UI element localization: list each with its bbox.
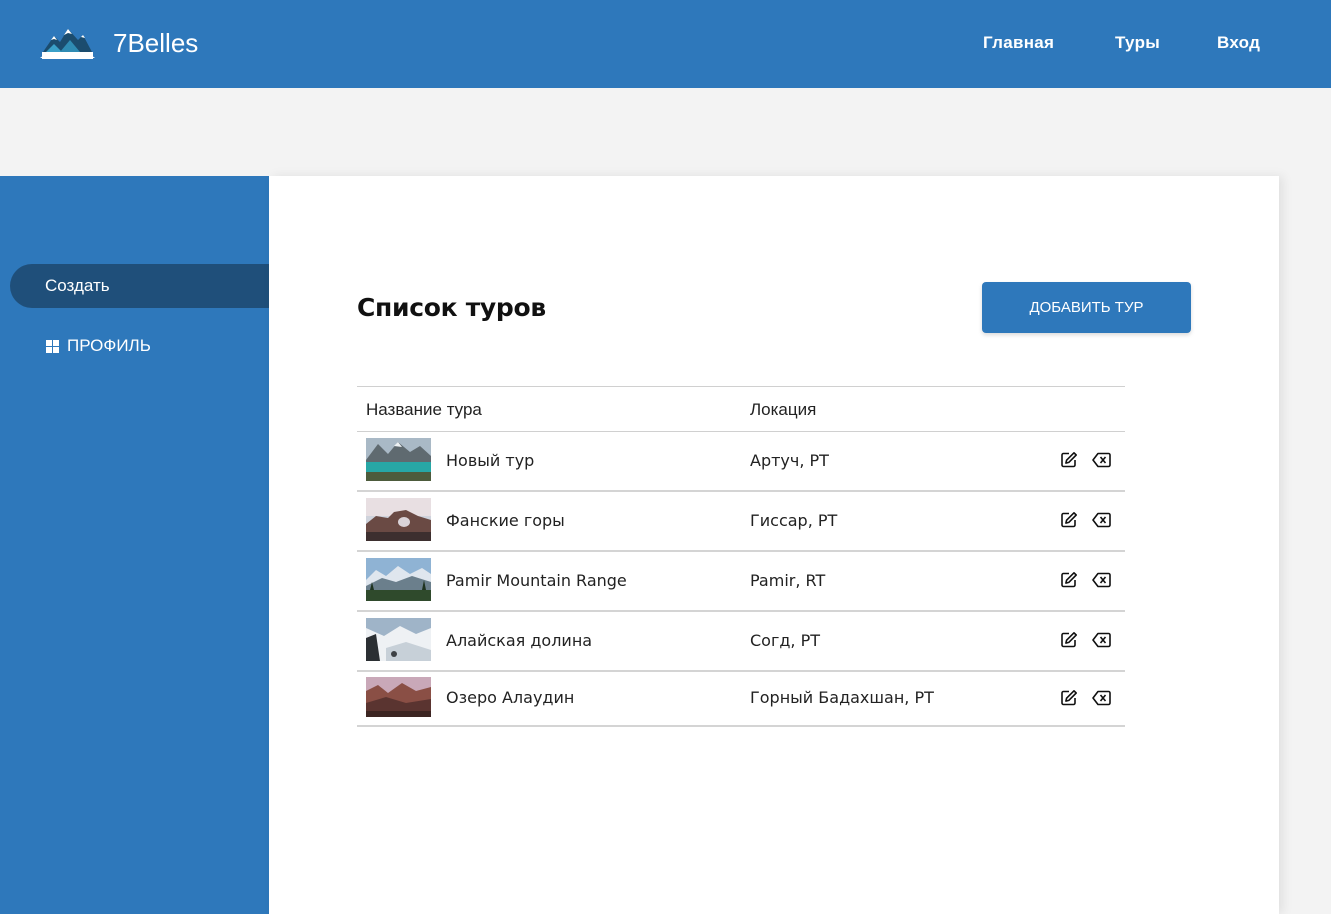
column-header-location: Локация [750,400,817,419]
sidebar: Создать ПРОФИЛЬ [0,176,269,914]
page-title: Список туров [357,293,546,322]
tour-name: Новый тур [446,451,535,470]
delete-icon[interactable] [1092,632,1111,648]
tour-name: Фанские горы [446,511,565,530]
tours-table: Название тура Локация Новый тур Артуч, Р… [357,386,1125,727]
tour-location: Согд, РТ [750,631,821,650]
tour-thumbnail [366,438,431,481]
table-row: Pamir Mountain Range Pamir, RT [357,552,1125,612]
tour-name: Pamir Mountain Range [446,571,627,590]
add-tour-button[interactable]: ДОБАВИТЬ ТУР [982,282,1191,333]
main-nav: Главная Туры Вход [0,33,1331,57]
tour-location: Артуч, РТ [750,451,829,470]
tour-location: Pamir, RT [750,571,826,590]
column-header-name: Название тура [366,400,482,419]
tour-thumbnail [366,618,431,661]
tour-location: Горный Бадахшан, РТ [750,688,934,707]
nav-link-tours[interactable]: Туры [1115,33,1160,53]
table-row: Новый тур Артуч, РТ [357,432,1125,492]
table-header: Название тура Локация [357,386,1125,432]
edit-icon[interactable] [1060,689,1078,707]
sidebar-item-create[interactable]: Создать [10,264,269,308]
tour-name: Алайская долина [446,631,593,650]
sidebar-item-label: ПРОФИЛЬ [67,336,151,355]
sidebar-item-profile[interactable]: ПРОФИЛЬ [46,336,151,356]
edit-icon[interactable] [1060,511,1078,529]
delete-icon[interactable] [1092,690,1111,706]
tour-thumbnail [366,498,431,541]
edit-icon[interactable] [1060,571,1078,589]
table-row: Фанские горы Гиссар, РТ [357,492,1125,552]
main-panel: Список туров ДОБАВИТЬ ТУР Название тура … [269,176,1279,914]
delete-icon[interactable] [1092,512,1111,528]
table-row: Алайская долина Согд, РТ [357,612,1125,672]
dashboard-icon [46,339,59,353]
nav-link-login[interactable]: Вход [1217,33,1260,53]
tour-location: Гиссар, РТ [750,511,838,530]
tour-name: Озеро Алаудин [446,688,575,707]
tour-thumbnail [366,558,431,601]
nav-link-home[interactable]: Главная [983,33,1054,53]
tour-thumbnail [366,677,431,717]
table-row: Озеро Алаудин Горный Бадахшан, РТ [357,672,1125,727]
edit-icon[interactable] [1060,631,1078,649]
delete-icon[interactable] [1092,572,1111,588]
delete-icon[interactable] [1092,452,1111,468]
edit-icon[interactable] [1060,451,1078,469]
top-navbar: 7Belles Главная Туры Вход [0,0,1331,88]
